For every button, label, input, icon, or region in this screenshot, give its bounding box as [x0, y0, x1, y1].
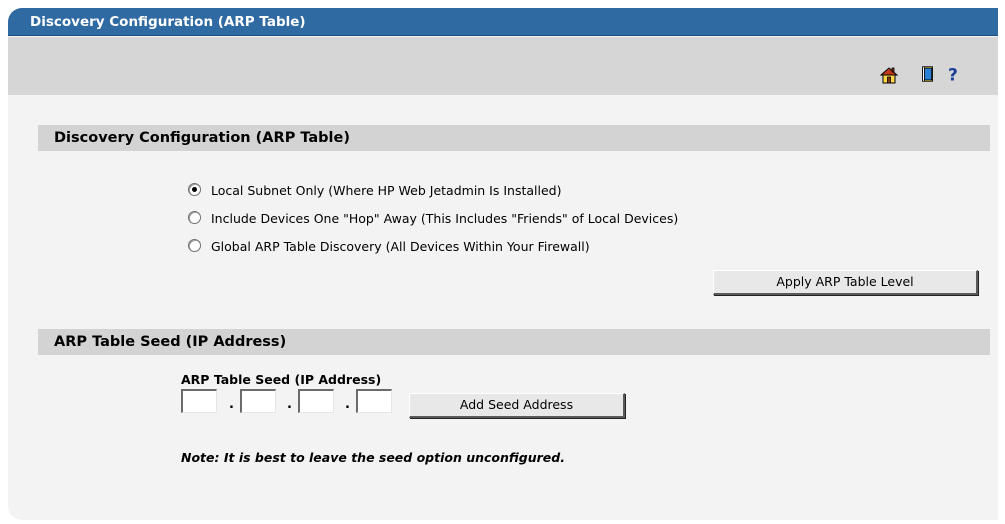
home-icon[interactable]	[880, 66, 898, 84]
panel-title: Discovery Configuration (ARP Table)	[8, 8, 998, 36]
ip-separator: .	[345, 397, 350, 412]
radio-button-selected[interactable]	[188, 183, 201, 196]
seed-section-header: ARP Table Seed (IP Address)	[38, 329, 990, 355]
radio-button[interactable]	[188, 211, 201, 224]
radio-global-arp[interactable]: Global ARP Table Discovery (All Devices …	[188, 238, 590, 256]
radio-label-local-subnet: Local Subnet Only (Where HP Web Jetadmin…	[211, 183, 562, 198]
toolbar	[8, 37, 998, 95]
help-icon[interactable]: ?	[944, 65, 962, 83]
arp-section-header: Discovery Configuration (ARP Table)	[38, 125, 990, 151]
ip-separator: .	[287, 397, 292, 412]
radio-button[interactable]	[188, 239, 201, 252]
radio-label-one-hop: Include Devices One "Hop" Away (This Inc…	[211, 211, 679, 226]
ip-separator: .	[229, 397, 234, 412]
config-panel: Discovery Configuration (ARP Table) ? Di…	[8, 8, 998, 520]
ip-octet-1-input[interactable]	[181, 389, 217, 413]
radio-one-hop[interactable]: Include Devices One "Hop" Away (This Inc…	[188, 210, 678, 228]
seed-note: Note: It is best to leave the seed optio…	[181, 450, 565, 465]
book-icon[interactable]	[919, 65, 937, 83]
seed-field-label: ARP Table Seed (IP Address)	[181, 372, 382, 387]
add-seed-address-button[interactable]: Add Seed Address	[409, 393, 625, 418]
radio-local-subnet[interactable]: Local Subnet Only (Where HP Web Jetadmin…	[188, 182, 562, 200]
radio-label-global-arp: Global ARP Table Discovery (All Devices …	[211, 239, 590, 254]
help-glyph: ?	[948, 65, 958, 83]
ip-octet-3-input[interactable]	[298, 389, 334, 413]
apply-arp-table-level-button[interactable]: Apply ARP Table Level	[713, 270, 978, 295]
ip-octet-2-input[interactable]	[240, 389, 276, 413]
ip-octet-4-input[interactable]	[356, 389, 392, 413]
